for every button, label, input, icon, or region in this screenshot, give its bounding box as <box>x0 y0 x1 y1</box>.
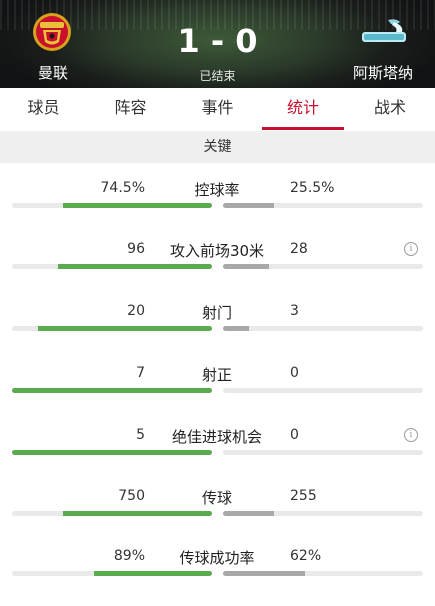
stat-label: 绝佳进球机会 <box>171 428 262 446</box>
away-bar-fill <box>223 571 305 576</box>
home-stat-value: 7 <box>136 365 145 381</box>
stat-row-shots: 20 射门 3 <box>0 301 435 361</box>
home-bar-fill <box>58 264 212 269</box>
active-tab-indicator <box>262 127 344 130</box>
away-bar-track <box>223 388 423 393</box>
away-stat-value: 255 <box>290 488 317 504</box>
tab-tactics[interactable]: 战术 <box>345 88 435 130</box>
away-stat-value: 0 <box>290 365 299 381</box>
match-status: 已结束 <box>199 69 236 83</box>
away-bar-fill <box>223 264 269 269</box>
home-stat-value: 750 <box>118 488 145 504</box>
home-bar-track <box>12 264 212 269</box>
home-bar-track <box>12 388 212 393</box>
away-stat-value: 3 <box>290 303 299 319</box>
home-bar-fill <box>12 388 212 393</box>
stat-row-passes: 750 传球 255 <box>0 486 435 546</box>
section-title-key: 关键 <box>0 131 435 163</box>
away-bar-track <box>223 571 423 576</box>
home-bar-track <box>12 511 212 516</box>
home-bar-track <box>12 326 212 331</box>
away-bar-fill <box>223 203 274 208</box>
home-bar-fill <box>63 203 212 208</box>
home-bar-fill <box>63 511 212 516</box>
home-bar-fill <box>38 326 212 331</box>
away-bar-fill <box>223 326 249 331</box>
stat-label: 射正 <box>201 366 232 384</box>
away-bar-fill <box>223 511 274 516</box>
stat-label: 控球率 <box>194 181 240 199</box>
home-bar-track <box>12 203 212 208</box>
home-bar-track <box>12 450 212 455</box>
home-stat-value: 20 <box>127 303 145 319</box>
away-bar-track <box>223 450 423 455</box>
match-header: 曼联 阿斯塔纳 1 - 0 已结束 <box>0 0 435 88</box>
info-icon[interactable]: i <box>404 242 418 256</box>
away-bar-track <box>223 264 423 269</box>
away-stat-value: 25.5% <box>290 180 335 196</box>
home-bar-track <box>12 571 212 576</box>
away-stat-value: 0 <box>290 427 299 443</box>
away-bar-track <box>223 326 423 331</box>
stat-row-pass-accuracy: 89% 传球成功率 62% <box>0 546 435 606</box>
home-stat-value: 5 <box>136 427 145 443</box>
home-bar-fill <box>94 571 212 576</box>
home-stat-value: 89% <box>113 548 145 564</box>
home-bar-fill <box>12 450 212 455</box>
home-team-name[interactable]: 曼联 <box>38 62 68 83</box>
tab-stats[interactable]: 统计 <box>261 88 345 130</box>
stat-row-shots-on-target: 7 射正 0 <box>0 363 435 423</box>
stat-label: 传球成功率 <box>179 549 255 567</box>
stat-row-final-third-entries: 96 攻入前场30米 28 i <box>0 239 435 299</box>
tab-players[interactable]: 球员 <box>0 88 87 130</box>
stat-label: 攻入前场30米 <box>169 242 265 260</box>
home-stat-value: 96 <box>127 241 145 257</box>
stat-label: 射门 <box>201 304 232 322</box>
away-stat-value: 28 <box>290 241 308 257</box>
stat-row-possession: 74.5% 控球率 25.5% <box>0 178 435 238</box>
tab-lineup[interactable]: 阵容 <box>87 88 174 130</box>
away-team-name[interactable]: 阿斯塔纳 <box>353 62 413 83</box>
info-icon[interactable]: i <box>404 428 418 442</box>
manchester-united-crest-icon <box>33 13 71 51</box>
away-bar-track <box>223 511 423 516</box>
astana-crest-icon <box>362 19 406 42</box>
stat-row-big-chances: 5 绝佳进球机会 0 i <box>0 425 435 485</box>
away-stat-value: 62% <box>290 548 322 564</box>
match-score: 1 - 0 <box>177 22 258 60</box>
tab-events[interactable]: 事件 <box>174 88 261 130</box>
home-stat-value: 74.5% <box>100 180 145 196</box>
away-bar-track <box>223 203 423 208</box>
tab-bar: 球员 阵容 事件 统计 战术 <box>0 88 435 130</box>
stat-label: 传球 <box>201 489 232 507</box>
